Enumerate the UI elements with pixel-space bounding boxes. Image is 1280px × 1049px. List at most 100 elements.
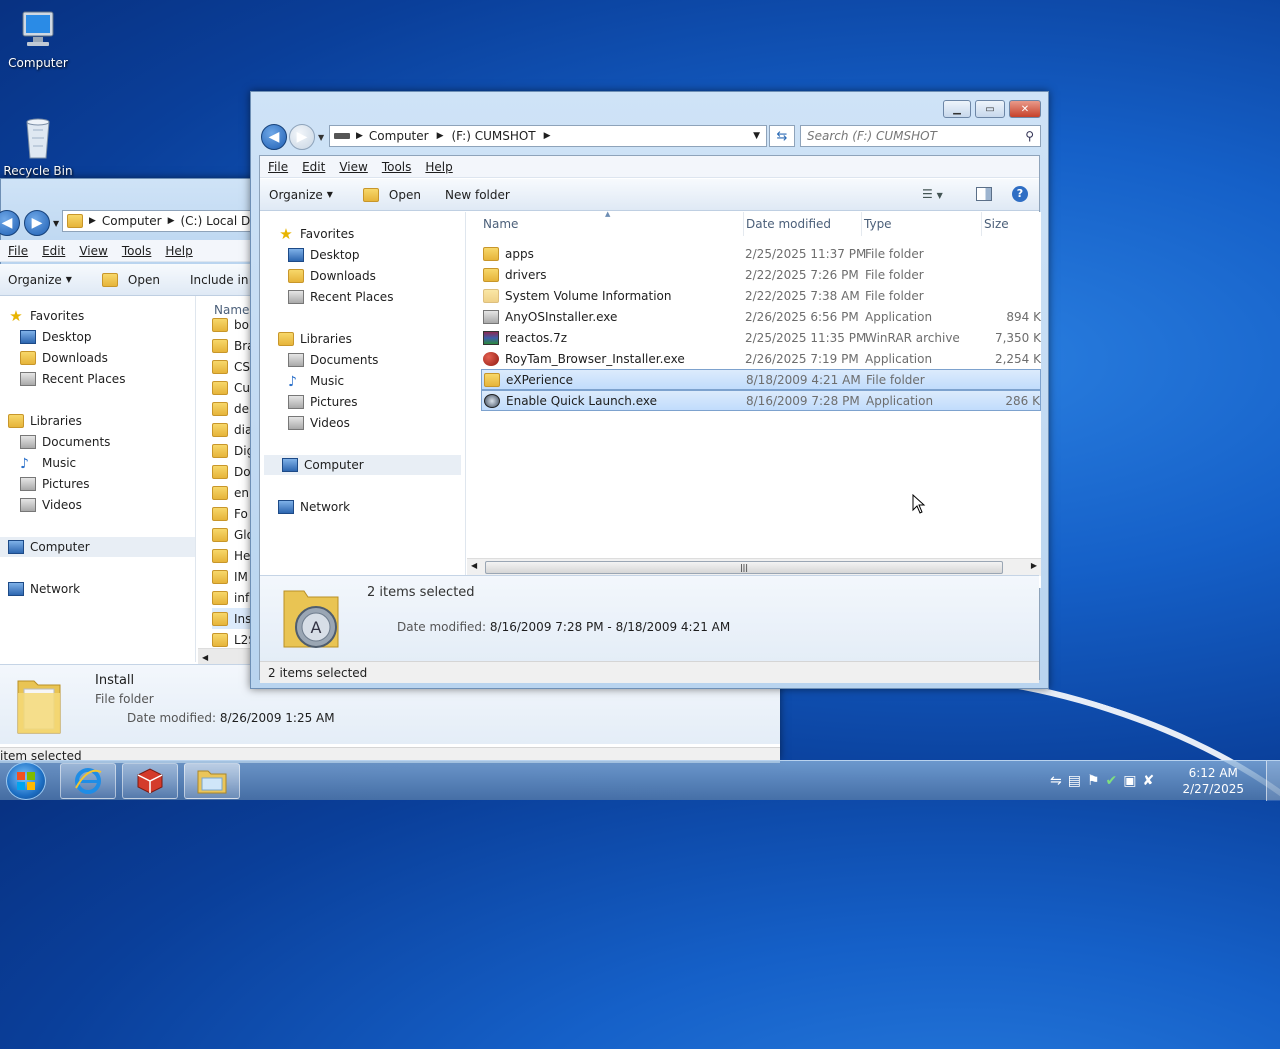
open-button[interactable]: Open <box>101 272 160 287</box>
menu-file[interactable]: File <box>8 244 28 258</box>
refresh-button[interactable]: ⇆ <box>769 125 795 147</box>
taskbar-app-red[interactable] <box>122 763 178 799</box>
nav-documents[interactable]: Documents <box>260 350 465 370</box>
nav-network[interactable]: Network <box>260 497 465 517</box>
flag-icon[interactable]: ⚑ <box>1087 773 1100 789</box>
view-options-button[interactable]: ☰ ▼ <box>922 187 943 201</box>
maximize-button[interactable]: ▭ <box>975 100 1005 118</box>
open-button[interactable]: Open <box>362 187 421 202</box>
menu-view[interactable]: View <box>79 244 107 258</box>
taskbar-windows-explorer[interactable] <box>184 763 240 799</box>
security-shield-icon[interactable]: ✔ <box>1106 773 1118 789</box>
network-icon[interactable]: ▣ <box>1123 773 1136 789</box>
organize-button[interactable]: Organize ▼ <box>8 273 72 287</box>
list-item[interactable]: Dig <box>212 440 252 461</box>
nav-music[interactable]: ♪ Music <box>0 453 195 473</box>
list-item[interactable]: inf <box>212 587 252 608</box>
list-item[interactable]: bo <box>212 314 252 335</box>
show-desktop-button[interactable] <box>1266 761 1280 801</box>
list-item[interactable]: de <box>212 398 252 419</box>
forward-button[interactable]: ▶ <box>24 210 50 236</box>
column-header-name[interactable]: Name <box>483 212 518 236</box>
file-row[interactable]: eXPerience 8/18/2009 4:21 AM File folder <box>481 369 1041 390</box>
recent-pages-dropdown[interactable]: ▼ <box>318 133 324 142</box>
nav-libraries[interactable]: Libraries <box>0 411 195 431</box>
start-button[interactable] <box>6 762 46 800</box>
list-item[interactable]: Fo <box>212 503 252 524</box>
column-header-type[interactable]: Type <box>861 212 892 236</box>
nav-pictures[interactable]: Pictures <box>260 392 465 412</box>
search-input[interactable]: Search (F:) CUMSHOT ⚲ <box>800 125 1041 147</box>
list-item[interactable]: en <box>212 482 252 503</box>
forward-button[interactable]: ▶ <box>289 124 315 150</box>
list-item[interactable]: Glo <box>212 524 252 545</box>
scroll-thumb[interactable]: ||| <box>485 561 1003 574</box>
nav-music[interactable]: ♪ Music <box>260 371 465 391</box>
list-item[interactable]: dia <box>212 419 252 440</box>
list-item[interactable]: Cu <box>212 377 252 398</box>
nav-network[interactable]: Network <box>0 579 195 599</box>
list-item[interactable]: He <box>212 545 252 566</box>
preview-pane-button[interactable] <box>976 187 992 201</box>
nav-computer[interactable]: Computer <box>0 537 195 557</box>
navigation-pane[interactable]: ★ Favorites Desktop Downloads Recent Plac… <box>0 296 196 662</box>
address-bar[interactable]: ▶ Computer ▶ (F:) CUMSHOT ▶ ▼ <box>329 125 767 147</box>
file-row[interactable]: reactos.7z 2/25/2025 11:35 PM WinRAR archi… <box>481 327 1041 348</box>
address-dropdown[interactable]: ▼ <box>753 131 760 141</box>
menu-file[interactable]: File <box>268 160 288 174</box>
menu-tools[interactable]: Tools <box>122 244 152 258</box>
breadcrumb-item[interactable]: (F:) CUMSHOT <box>452 129 536 143</box>
volume-muted-icon[interactable]: ✘ <box>1143 773 1155 789</box>
scroll-right-arrow[interactable]: ▶ <box>1031 561 1037 570</box>
menu-view[interactable]: View <box>339 160 367 174</box>
nav-recent-places[interactable]: Recent Places <box>260 287 465 307</box>
list-item[interactable]: IM <box>212 566 252 587</box>
breadcrumb-item[interactable]: Computer <box>369 129 429 143</box>
clock[interactable]: 6:12 AM 2/27/2025 <box>1182 765 1244 797</box>
menu-help[interactable]: Help <box>165 244 192 258</box>
file-row[interactable]: Enable Quick Launch.exe 8/16/2009 7:28 PM… <box>481 390 1041 411</box>
scroll-left-arrow[interactable]: ◀ <box>471 561 477 570</box>
nav-desktop[interactable]: Desktop <box>0 327 195 347</box>
document-icon[interactable]: ▤ <box>1068 773 1081 789</box>
column-header-size[interactable]: Size <box>981 212 1009 236</box>
nav-computer[interactable]: Computer <box>264 455 461 475</box>
navigation-pane[interactable]: ★ Favorites Desktop Downloads Recent Plac… <box>260 212 466 588</box>
minimize-button[interactable]: ▁ <box>943 100 971 118</box>
file-row[interactable]: drivers 2/22/2025 7:26 PM File folder <box>481 264 1041 285</box>
back-button[interactable]: ◀ <box>0 210 20 236</box>
scroll-left-arrow[interactable]: ◀ <box>202 653 208 662</box>
menu-help[interactable]: Help <box>425 160 452 174</box>
file-row[interactable]: apps 2/25/2025 11:37 PM File folder <box>481 243 1041 264</box>
organize-button[interactable]: Organize ▼ <box>269 188 333 202</box>
usb-icon[interactable]: ⇋ <box>1050 773 1062 789</box>
address-bar[interactable]: ▶ Computer ▶ (C:) Local Disk <box>62 210 267 232</box>
menu-edit[interactable]: Edit <box>42 244 65 258</box>
nav-libraries[interactable]: Libraries <box>260 329 465 349</box>
list-item[interactable]: L2S <box>212 629 252 650</box>
nav-videos[interactable]: Videos <box>260 413 465 433</box>
file-row[interactable]: System Volume Information 2/22/2025 7:38 … <box>481 285 1041 306</box>
nav-downloads[interactable]: Downloads <box>260 266 465 286</box>
menu-tools[interactable]: Tools <box>382 160 412 174</box>
nav-pictures[interactable]: Pictures <box>0 474 195 494</box>
back-button[interactable]: ◀ <box>261 124 287 150</box>
list-item[interactable]: Ins <box>212 608 252 629</box>
horizontal-scrollbar[interactable]: ◀ ||| ▶ <box>467 558 1041 576</box>
taskbar-internet-explorer[interactable] <box>60 763 116 799</box>
column-header-date-modified[interactable]: Date modified <box>743 212 831 236</box>
desktop-icon-computer[interactable]: Computer <box>0 8 76 70</box>
nav-favorites[interactable]: ★ Favorites <box>0 306 195 326</box>
nav-downloads[interactable]: Downloads <box>0 348 195 368</box>
file-row[interactable]: AnyOSInstaller.exe 2/26/2025 6:56 PM Appli… <box>481 306 1041 327</box>
menu-edit[interactable]: Edit <box>302 160 325 174</box>
list-item[interactable]: Bra <box>212 335 252 356</box>
new-folder-button[interactable]: New folder <box>445 188 510 202</box>
close-button[interactable]: ✕ <box>1009 100 1041 118</box>
nav-recent-places[interactable]: Recent Places <box>0 369 195 389</box>
breadcrumb-item[interactable]: Computer <box>102 214 162 228</box>
desktop-icon-recycle-bin[interactable]: Recycle Bin <box>0 116 76 178</box>
recent-pages-dropdown[interactable]: ▼ <box>53 219 59 228</box>
nav-desktop[interactable]: Desktop <box>260 245 465 265</box>
nav-documents[interactable]: Documents <box>0 432 195 452</box>
